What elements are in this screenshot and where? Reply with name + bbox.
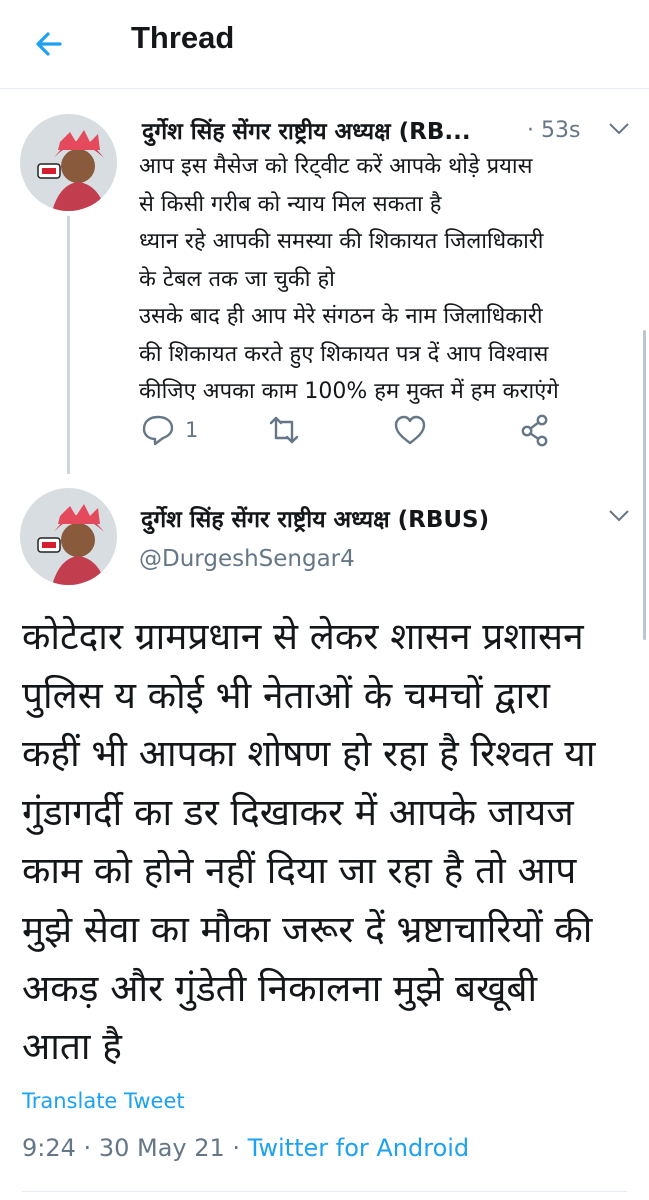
tweet-author-handle[interactable]: @DurgeshSengar4 [139,546,355,572]
thread-connector-line [67,216,70,474]
tweet-timestamp: · 53s [527,118,581,143]
tweet-line: कीजिए अपका काम 100% हम मुक्त में हम कराए… [139,379,559,404]
tweet-line: कोटेदार ग्रामप्रधान से लेकर शासन प्रशासन [22,615,584,658]
tweet-line: पुलिस य कोई भी नेताओं के चमचों द्वारा [22,673,550,717]
tweet-line: ध्यान रहे आपकी समस्या की शिकायत जिलाधिका… [139,229,544,254]
retweet-icon [269,416,299,444]
tweet-line: से किसी गरीब को न्याय मिल सकता है [139,191,442,217]
tweet-line: उसके बाद ही आप मेरे संगठन के नाम जिलाधिक… [139,304,543,329]
tweet-text: आप इस मैसेज को रिट्वीट करें आपके थोड़े प… [139,148,629,411]
tweet-line: अकड़ और गुंडेती निकालना मुझे बखूबी [22,966,538,1010]
tweet-line: आप इस मैसेज को रिट्वीट करें आपके थोड़े प… [139,154,533,179]
reply-count: 1 [185,418,199,442]
chevron-down-icon [609,123,629,135]
tweet-line: गुंडागर्दी का डर दिखाकर में आपके जायज [22,790,574,834]
tweet-line: आता है [22,1025,122,1069]
tweet-menu-button[interactable] [608,121,630,135]
translate-tweet-link[interactable]: Translate Tweet [22,1089,185,1113]
scrollbar[interactable] [643,330,646,640]
tweet-time: 9:24 [22,1134,76,1162]
tweet-menu-button[interactable] [608,508,630,522]
back-button[interactable] [30,24,70,64]
share-button[interactable] [518,413,554,447]
tweet-date: 30 May 21 [98,1134,225,1162]
tweet-line: की शिकायत करते हुए शिकायत पत्र दें आप वि… [139,341,549,367]
tweet-metadata: 9:24 · 30 May 21 · Twitter for Android [22,1134,470,1162]
like-icon [394,415,426,445]
reply-icon [142,415,174,446]
tweet-author-name[interactable]: दुर्गेश सिंह सेंगर राष्ट्रीय अध्यक्ष (RB… [142,114,471,146]
top-bar: Thread [0,0,649,89]
divider [22,1191,627,1192]
tweet-line: काम को होने नहीं दिया जा रहा है तो आप [22,849,577,893]
avatar[interactable] [20,114,117,211]
tweet-source-link[interactable]: Twitter for Android [248,1134,469,1162]
avatar[interactable] [20,488,117,585]
retweet-button[interactable] [266,413,302,447]
tweet-line: कहीं भी आपका शोषण हो रहा है रिश्वत या [22,732,596,776]
reply-button[interactable] [140,413,176,447]
share-icon [521,414,548,447]
page-title: Thread [131,20,235,55]
like-button[interactable] [392,413,428,447]
tweet-author-name[interactable]: दुर्गेश सिंह सेंगर राष्ट्रीय अध्यक्ष (RB… [141,502,489,534]
tweet-line: मुझे सेवा का मौका जरूर दें भ्रष्टाचारियो… [22,907,593,951]
tweet-line: के टेबल तक जा चुकी हो [139,266,335,292]
back-arrow-icon [36,32,62,56]
chevron-down-icon [609,510,629,522]
tweet-text: कोटेदार ग्रामप्रधान से लेकर शासन प्रशासन… [22,608,632,1077]
